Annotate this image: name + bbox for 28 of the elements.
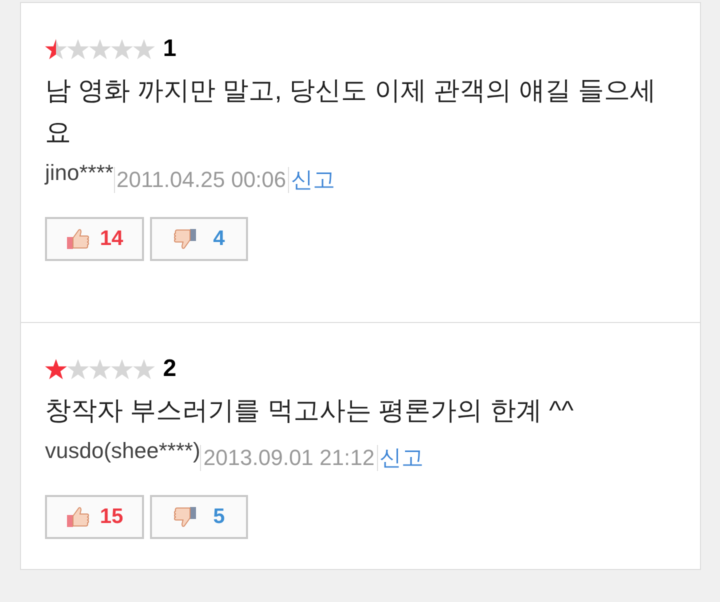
star-icon	[89, 38, 111, 60]
review-text: 남 영화 까지만 말고, 당신도 이제 관객의 얘길 들으세요	[45, 74, 658, 149]
rating-score: 1	[163, 37, 176, 61]
star-icon	[133, 38, 155, 60]
star-icon	[67, 38, 89, 60]
star-icon	[111, 358, 133, 380]
star-icon	[133, 358, 155, 380]
like-button[interactable]: 14	[45, 217, 144, 261]
author-name: vusdo(shee****)	[45, 437, 200, 465]
thumbs-up-icon	[66, 506, 90, 528]
post-date: 2013.09.01 21:12	[200, 445, 377, 471]
thumbs-down-icon	[173, 228, 198, 250]
post-date: 2011.04.25 00:06	[114, 167, 288, 193]
star-icon	[45, 358, 67, 380]
dislike-button[interactable]: 4	[150, 217, 248, 261]
report-link[interactable]: 신고	[376, 445, 424, 471]
star-icon	[45, 38, 67, 60]
star-icon	[67, 358, 89, 380]
thumbs-up-icon	[66, 228, 90, 250]
star-icon	[111, 38, 133, 60]
thumbs-down-icon	[173, 506, 198, 528]
rating-score: 2	[163, 357, 176, 381]
report-link[interactable]: 신고	[288, 167, 336, 193]
like-button[interactable]: 15	[45, 495, 144, 539]
dislike-button[interactable]: 5	[150, 495, 248, 539]
star-icon	[89, 358, 111, 380]
author-name: jino****	[45, 159, 114, 187]
review-text: 창작자 부스러기를 먹고사는 평론가의 한계 ^^	[45, 394, 575, 427]
